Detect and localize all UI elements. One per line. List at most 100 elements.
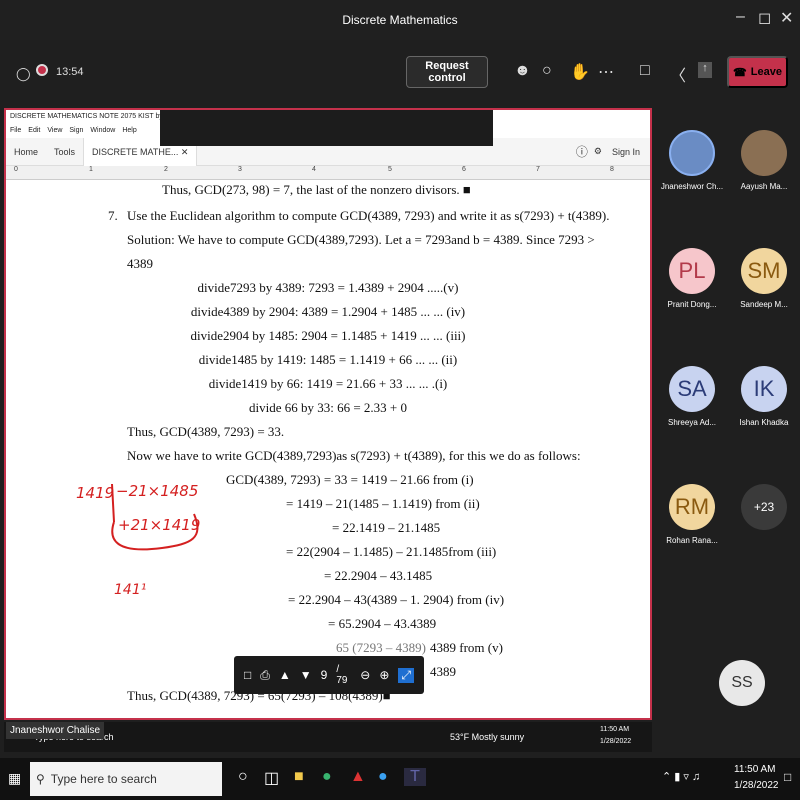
zoom-in-icon[interactable]: ⊕ <box>379 668 389 682</box>
participant-name: Sandeep M... <box>740 300 788 309</box>
presenter-name-tag: Jnaneshwor Chalise <box>6 722 105 739</box>
participant-tile[interactable]: Aayush Ma... <box>728 130 800 191</box>
people-icon[interactable]: ☻ <box>514 62 531 80</box>
menu-file[interactable]: File <box>10 127 21 137</box>
request-control-button[interactable]: Request control <box>406 56 488 88</box>
page-total: / 79 <box>336 664 348 686</box>
ink-text: −21×1485 <box>116 482 199 500</box>
avatar: RM <box>669 484 715 530</box>
teams-icon[interactable]: T <box>404 768 426 786</box>
ink-text: +21×1419 <box>118 516 201 534</box>
tab-document-label: DISCRETE MATHE... <box>92 146 179 157</box>
zoom-out-icon[interactable]: ⊖ <box>360 668 370 682</box>
participants-panel: Jnaneshwor Ch... Aayush Ma... PL Pranit … <box>656 108 800 720</box>
system-tray-icons[interactable]: ⌃ ▮ ▿ ♫ <box>662 770 700 783</box>
doc-line: = 22.2904 – 43(4389 – 1. 2904) from (iv) <box>288 592 505 607</box>
page-number-input[interactable]: 9 <box>321 668 328 682</box>
participant-tile[interactable]: SM Sandeep M... <box>728 248 800 309</box>
minimize-icon[interactable]: – <box>736 8 745 26</box>
question-number: 7. <box>108 208 118 223</box>
search-icon: ⚲ <box>36 772 45 786</box>
clock-time[interactable]: 11:50 AM <box>734 764 776 775</box>
doc-line: = 65.2904 – 43.4389 <box>328 616 437 631</box>
participant-name: Ishan Khadka <box>739 418 789 427</box>
close-icon[interactable]: ✕ <box>780 8 793 28</box>
tab-tools[interactable]: Tools <box>46 147 83 157</box>
ruler-tick: 0 <box>14 166 18 173</box>
cortana-icon[interactable]: ○ <box>238 768 248 786</box>
ink-text: 141¹ <box>114 582 147 598</box>
share-tray-icon[interactable]: ↑ <box>698 62 712 78</box>
doc-line: divide2904 by 1485: 2904 = 1.1485 + 1419… <box>190 328 466 343</box>
menu-edit[interactable]: Edit <box>28 127 40 137</box>
participant-name: Jnaneshwor Ch... <box>660 182 724 191</box>
ruler-tick: 6 <box>462 166 466 173</box>
page-down-icon[interactable]: ▼ <box>300 668 312 682</box>
participant-tile[interactable]: IK Ishan Khadka <box>728 366 800 427</box>
windows-start-icon[interactable]: ▦ <box>8 770 21 787</box>
edge-icon[interactable]: ● <box>322 768 332 786</box>
print-icon[interactable]: ⎙ <box>260 668 270 683</box>
clock-date[interactable]: 1/28/2022 <box>734 780 779 791</box>
menu-view[interactable]: View <box>47 127 62 137</box>
participant-tile[interactable]: Jnaneshwor Ch... <box>656 130 728 191</box>
participant-name: Pranit Dong... <box>667 300 717 309</box>
save-icon[interactable]: □ <box>244 668 251 682</box>
restore-icon[interactable]: ◻ <box>758 8 771 28</box>
fit-page-icon[interactable]: ⤢ <box>398 667 414 683</box>
camera-off-icon[interactable]: □ <box>640 62 650 80</box>
participant-tile[interactable]: PL Pranit Dong... <box>656 248 728 309</box>
pdf-floating-toolbar: □ ⎙ ▲ ▼ 9 / 79 ⊖ ⊕ ⤢ <box>234 656 424 694</box>
participant-name: Rohan Rana... <box>666 536 718 545</box>
ruler-tick: 1 <box>89 166 93 173</box>
doc-line: GCD(4389, 7293) = 33 = 1419 – 21.66 from… <box>226 472 474 487</box>
more-icon[interactable]: ⋯ <box>598 62 614 82</box>
avatar: IK <box>741 366 787 412</box>
avatar: SM <box>741 248 787 294</box>
title-bar: Discrete Mathematics – ◻ ✕ <box>0 0 800 40</box>
overflow-avatar: +23 <box>741 484 787 530</box>
shared-weather: 53°F Mostly sunny <box>450 732 525 742</box>
ruler-tick: 4 <box>312 166 316 173</box>
acrobat-icon[interactable]: ▲ <box>350 768 366 786</box>
browser-icon[interactable]: ● <box>378 768 388 786</box>
self-view: SS <box>706 660 778 712</box>
menu-sign[interactable]: Sign <box>69 127 83 137</box>
participant-tile[interactable]: SA Shreeya Ad... <box>656 366 728 427</box>
raise-hand-icon[interactable]: ✋ <box>570 62 590 82</box>
leave-button[interactable]: ☎ Leave <box>727 56 788 88</box>
avatar <box>669 130 715 176</box>
redaction-box <box>160 110 493 146</box>
avatar <box>741 130 787 176</box>
doc-line: Thus, GCD(273, 98) = 7, the last of the … <box>162 182 471 197</box>
help-icon[interactable]: ⓘ <box>576 143 594 160</box>
doc-line: divide7293 by 4389: 7293 = 1.4389 + 2904… <box>197 280 459 295</box>
bell-icon[interactable]: ⚙ <box>594 146 612 157</box>
notification-icon[interactable]: □ <box>784 770 791 784</box>
doc-line: 4389 <box>127 256 153 271</box>
mic-off-icon[interactable]: 〈 <box>670 62 686 86</box>
doc-line: = 22.2904 – 43.1485 <box>324 568 433 583</box>
ruler-tick: 2 <box>164 166 168 173</box>
menu-window[interactable]: Window <box>90 127 115 137</box>
file-explorer-icon[interactable]: ■ <box>294 768 304 786</box>
chat-icon[interactable]: ○ <box>542 62 552 80</box>
recording-icon <box>36 64 48 76</box>
sign-in-link[interactable]: Sign In <box>612 147 650 157</box>
tab-home[interactable]: Home <box>6 147 46 157</box>
ruler-tick: 3 <box>238 166 242 173</box>
doc-line: divide1485 by 1419: 1485 = 1.1419 + 66 .… <box>198 352 458 367</box>
doc-line: Thus, GCD(4389, 7293) = 33. <box>127 424 285 439</box>
task-view-icon[interactable]: ◫ <box>264 768 279 788</box>
doc-line: Solution: We have to compute GCD(4389,72… <box>127 232 595 247</box>
participant-tile[interactable]: RM Rohan Rana... <box>656 484 728 545</box>
doc-line: divide4389 by 2904: 4389 = 1.2904 + 1485… <box>190 304 466 319</box>
taskbar-search[interactable]: ⚲ Type here to search <box>30 762 222 796</box>
menu-help[interactable]: Help <box>122 127 136 137</box>
page-up-icon[interactable]: ▲ <box>279 668 291 682</box>
taskbar-search-placeholder: Type here to search <box>50 772 157 786</box>
ink-text: 1419 <box>76 484 115 502</box>
avatar: SA <box>669 366 715 412</box>
more-participants[interactable]: +23 <box>728 484 800 536</box>
doc-line: divide 66 by 33: 66 = 2.33 + 0 <box>248 400 408 415</box>
